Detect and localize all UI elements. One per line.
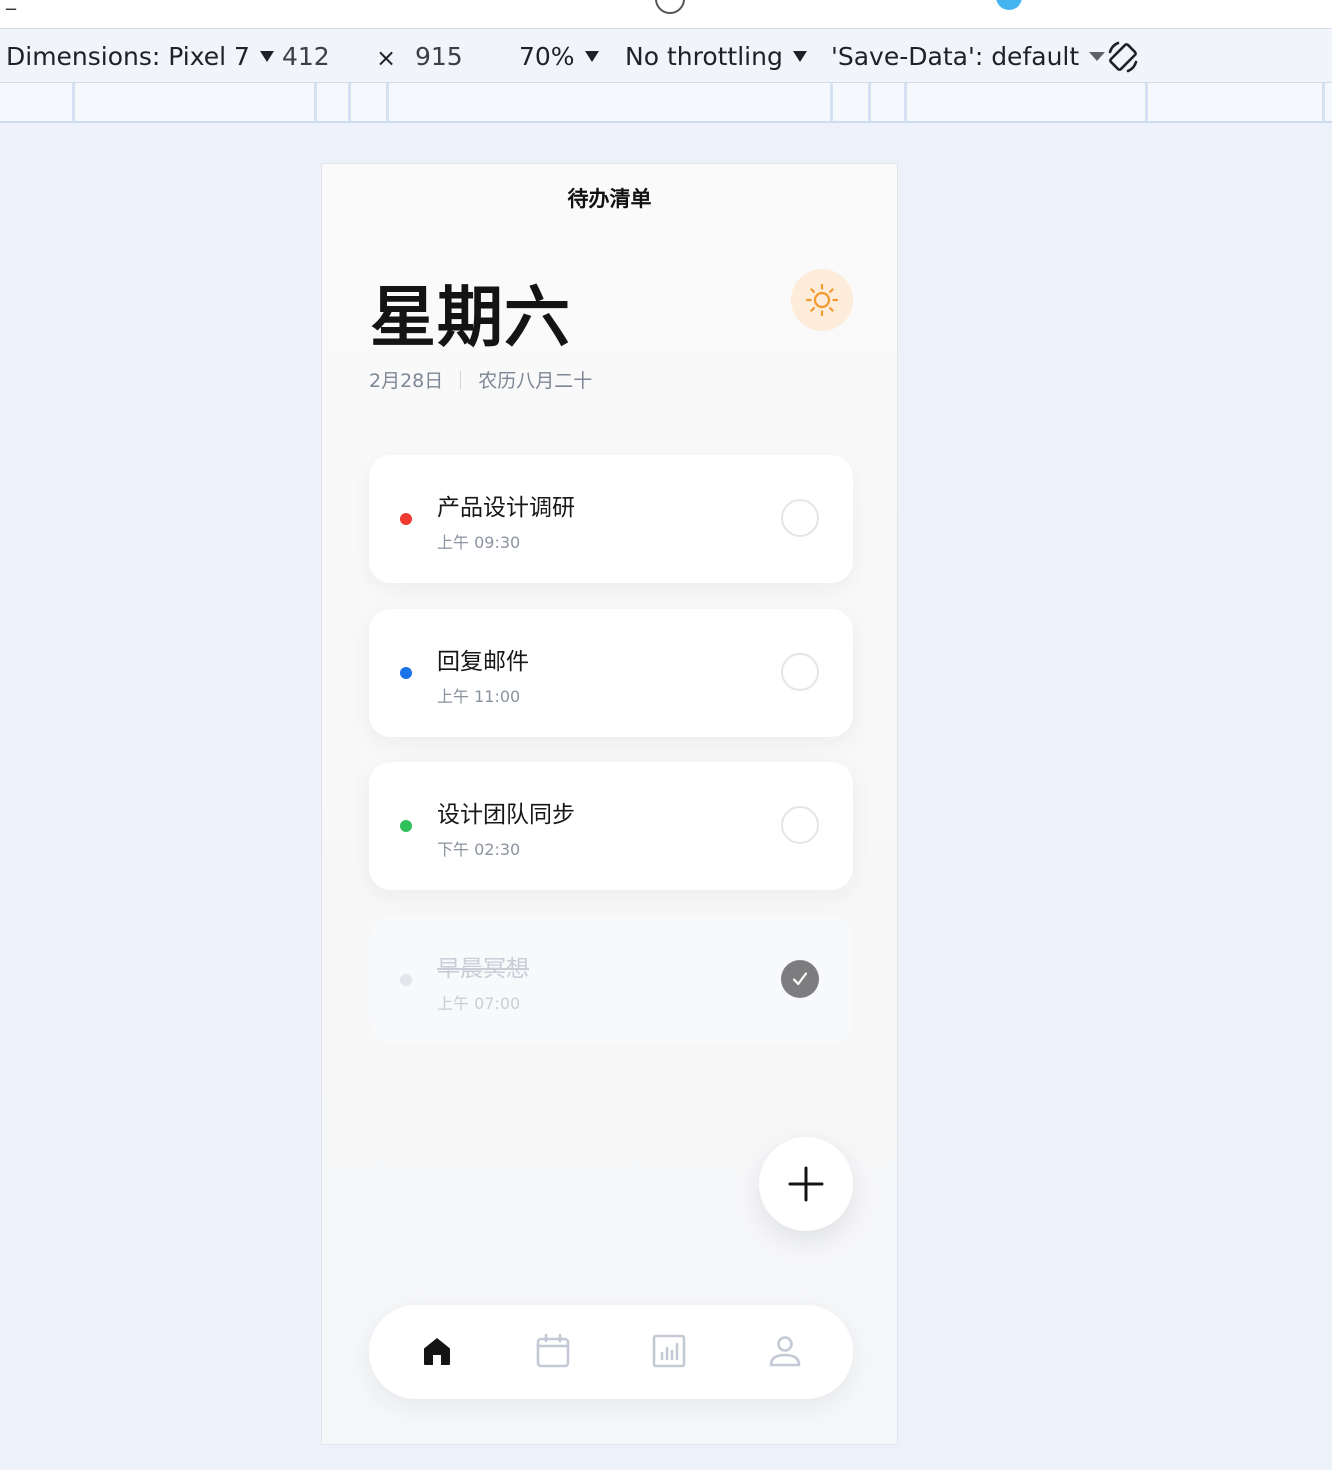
task-card[interactable]: 回复邮件 上午 11:00 [369,609,853,737]
task-checkbox-checked[interactable] [781,960,819,998]
device-height-input[interactable]: 915 [415,40,463,72]
task-time: 下午 02:30 [437,840,521,859]
task-priority-dot [400,820,412,832]
theme-toggle-button[interactable] [791,269,853,331]
task-time: 上午 09:30 [437,533,521,552]
lunar-date-text: 农历八月二十 [478,370,593,392]
chevron-down-icon [584,50,599,62]
sun-icon [805,283,839,317]
task-card[interactable]: 产品设计调研 上午 09:30 [369,455,853,583]
phone-viewport: 待办清单 星期六 2月28日 农历八月二十 产品设计调研 上午 09:30 回复… [321,163,898,1445]
app-title: 待办清单 [567,187,652,211]
task-priority-dot [400,974,412,986]
task-time: 上午 11:00 [437,687,521,706]
media-query-ruler [0,83,1332,123]
task-title: 设计团队同步 [437,802,575,828]
task-card-completed[interactable]: 早晨冥想 上午 07:00 [369,916,853,1044]
rotate-icon[interactable] [1104,38,1142,76]
chevron-down-icon [1089,51,1106,61]
chevron-down-icon [259,50,274,62]
home-icon [424,1338,450,1365]
task-card[interactable]: 设计团队同步 下午 02:30 [369,762,853,890]
save-data-label: 'Save-Data': default [831,41,1080,71]
weekday-heading: 星期六 [370,279,571,356]
task-checkbox[interactable] [781,499,819,537]
nav-profile[interactable] [763,1329,807,1373]
profile-icon [769,1336,801,1367]
nav-home[interactable] [415,1329,459,1373]
task-priority-dot [400,513,412,525]
zoom-label: 70% [519,41,575,71]
nav-stats[interactable] [647,1329,691,1373]
task-time: 上午 07:00 [437,994,521,1013]
date-text: 2月28日 [369,370,444,392]
add-task-button[interactable] [759,1137,853,1231]
throttling-label: No throttling [625,41,783,71]
divider [460,370,462,389]
chevron-down-icon [792,50,807,62]
device-width-input[interactable]: 412 [282,40,330,72]
task-checkbox[interactable] [781,806,819,844]
device-dimensions-label: Dimensions: Pixel 7 [6,41,250,71]
zoom-dropdown[interactable]: 70% [519,40,599,72]
bottom-navigation [369,1305,853,1399]
save-data-dropdown[interactable]: 'Save-Data': default [831,40,1106,72]
date-line: 2月28日 农历八月二十 [369,366,592,393]
browser-tab-strip: _ [0,0,1332,29]
task-checkbox[interactable] [781,653,819,691]
task-title: 回复邮件 [437,649,529,675]
calendar-icon [536,1333,570,1368]
throttling-dropdown[interactable]: No throttling [625,40,807,72]
task-priority-dot [400,667,412,679]
stats-icon [652,1334,686,1368]
checkmark-icon [792,972,808,986]
dimension-times-symbol: × [376,44,397,72]
task-title: 早晨冥想 [437,956,529,982]
plus-icon [788,1166,824,1202]
task-title: 产品设计调研 [437,495,575,521]
device-dimensions-dropdown[interactable]: Dimensions: Pixel 7 [6,40,274,72]
nav-calendar[interactable] [531,1329,575,1373]
